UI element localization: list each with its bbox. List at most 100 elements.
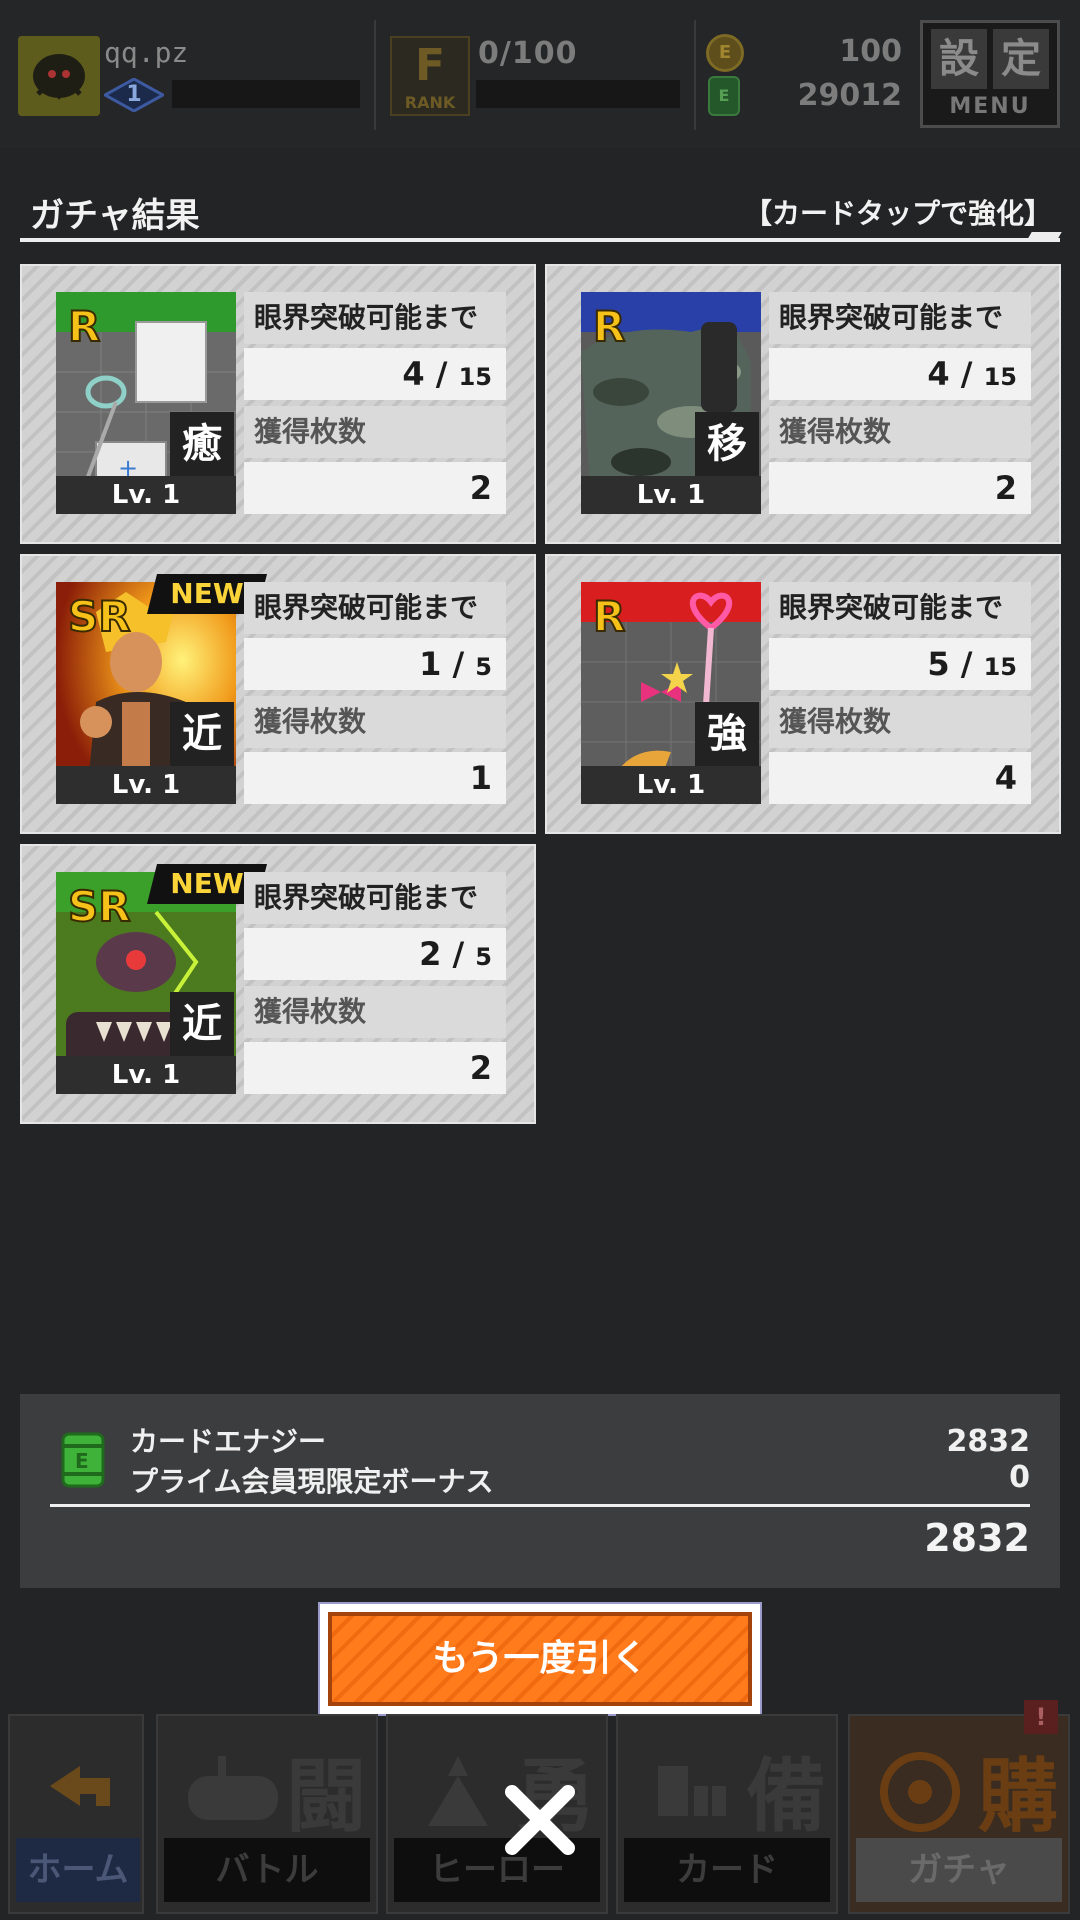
- close-icon[interactable]: [500, 1780, 580, 1860]
- owned-count-label: 獲得枚数: [769, 696, 1031, 748]
- menu-kanji: 定: [993, 29, 1049, 89]
- bonus-value: 0: [1009, 1460, 1030, 1495]
- card-level: Lv. 1: [56, 476, 236, 514]
- card-level: Lv. 1: [56, 1056, 236, 1094]
- card-energy-label: カードエナジー: [130, 1425, 327, 1458]
- coin-icon: E: [706, 34, 744, 72]
- limit-break-label: 眼界突破可能まで: [244, 292, 506, 344]
- owned-count: 1: [244, 752, 506, 804]
- card-type-badge: 移: [695, 412, 759, 476]
- player-level: 1: [126, 82, 142, 107]
- top-status-bar: qq.pz 1 F RANK 0/100 E 100 E 29012 設 定 M…: [0, 0, 1080, 148]
- divider: [374, 20, 376, 130]
- card-art-magic-wand: R 強 Lv. 1: [581, 582, 761, 804]
- rarity-badge: R: [67, 301, 101, 352]
- card-level: Lv. 1: [56, 766, 236, 804]
- exp-bar: [172, 80, 360, 108]
- owned-count: 4: [769, 752, 1031, 804]
- result-card[interactable]: SR 近 Lv. 1 NEW 眼界突破可能まで 2 / 5 獲得枚数 2: [20, 844, 536, 1124]
- limit-break-label: 眼界突破可能まで: [244, 872, 506, 924]
- limit-break-label: 眼界突破可能まで: [244, 582, 506, 634]
- nav-kanji: 購: [978, 1750, 1058, 1843]
- result-card[interactable]: R 移 Lv. 1 眼界突破可能まで 4 / 15 獲得枚数 2: [545, 264, 1061, 544]
- divider: [694, 20, 696, 130]
- summary-divider: [50, 1504, 1030, 1507]
- owned-count-label: 獲得枚数: [244, 696, 506, 748]
- title-underline-tail: [1028, 232, 1062, 238]
- card-type-badge: 癒: [170, 412, 234, 476]
- nav-kanji: 闘: [286, 1750, 366, 1843]
- owned-count-label: 獲得枚数: [769, 406, 1031, 458]
- tap-hint: 【カードタップで強化】: [743, 197, 1052, 230]
- card-info-panel: 眼界突破可能まで 1 / 5 獲得枚数 1: [244, 582, 506, 808]
- title-underline: [20, 238, 1060, 242]
- limit-break-label: 眼界突破可能まで: [769, 582, 1031, 634]
- nav-home[interactable]: ホーム: [8, 1714, 144, 1914]
- card-art-blonde-fighter: SR 近 Lv. 1: [56, 582, 236, 804]
- nav-label-battle: バトル: [164, 1838, 370, 1902]
- limit-break-progress: 5 / 15: [769, 638, 1031, 690]
- alert-badge: !: [1024, 1700, 1058, 1734]
- settings-menu-button[interactable]: 設 定 MENU: [920, 20, 1060, 128]
- bonus-label: プライム会員現限定ボーナス: [130, 1465, 494, 1498]
- draw-again-button[interactable]: もう一度引く: [328, 1612, 752, 1706]
- player-name: qq.pz: [104, 36, 189, 69]
- avatar-creature-icon: [18, 36, 100, 116]
- page-title: ガチャ結果: [30, 196, 200, 236]
- card-info-panel: 眼界突破可能まで 2 / 5 獲得枚数 2: [244, 872, 506, 1098]
- limit-break-progress: 2 / 5: [244, 928, 506, 980]
- rank-icon: F RANK: [390, 36, 470, 116]
- player-avatar[interactable]: [18, 36, 100, 116]
- energy-count: 29012: [797, 78, 902, 113]
- limit-break-progress: 1 / 5: [244, 638, 506, 690]
- nav-label-home: ホーム: [16, 1838, 140, 1902]
- rank-progress-bar: [476, 80, 680, 108]
- rarity-badge: SR: [67, 591, 132, 642]
- return-arrow-icon: [50, 1766, 110, 1806]
- owned-count: 2: [769, 462, 1031, 514]
- card-type-badge: 近: [170, 992, 234, 1056]
- card-info-panel: 眼界突破可能まで 5 / 15 獲得枚数 4: [769, 582, 1031, 808]
- rank-label: RANK: [404, 93, 456, 112]
- energy-can-icon: E: [61, 1432, 105, 1488]
- card-info-panel: 眼界突破可能まで 4 / 15 獲得枚数 2: [244, 292, 506, 518]
- owned-count-label: 獲得枚数: [244, 986, 506, 1038]
- owned-count: 2: [244, 1042, 506, 1094]
- menu-label: MENU: [949, 94, 1031, 119]
- draw-again-frame: もう一度引く: [318, 1602, 762, 1716]
- result-card[interactable]: + R 癒 Lv. 1 眼界突破可能まで 4 / 15 獲得枚数 2: [20, 264, 536, 544]
- rarity-badge: R: [592, 591, 626, 642]
- card-level: Lv. 1: [581, 766, 761, 804]
- energy-can-icon: E: [708, 76, 740, 116]
- svg-text:E: E: [75, 1449, 89, 1473]
- nav-gacha[interactable]: 購 ガチャ: [848, 1714, 1070, 1914]
- limit-break-label: 眼界突破可能まで: [769, 292, 1031, 344]
- rarity-badge: SR: [67, 881, 132, 932]
- card-art-green-robot: SR 近 Lv. 1: [56, 872, 236, 1094]
- energy-summary-panel: E カードエナジー 2832 プライム会員現限定ボーナス 0 2832: [20, 1394, 1060, 1588]
- energy-total: 2832: [924, 1516, 1030, 1560]
- nav-label-card: カード: [624, 1838, 830, 1902]
- card-type-badge: 強: [695, 702, 759, 766]
- menu-kanji: 設: [931, 29, 987, 89]
- nav-label-gacha: ガチャ: [856, 1838, 1062, 1902]
- nav-battle[interactable]: 闘 バトル: [156, 1714, 378, 1914]
- card-level: Lv. 1: [581, 476, 761, 514]
- limit-break-progress: 4 / 15: [244, 348, 506, 400]
- limit-break-progress: 4 / 15: [769, 348, 1031, 400]
- card-type-badge: 近: [170, 702, 234, 766]
- coin-count: 100: [839, 34, 902, 69]
- owned-count-label: 獲得枚数: [244, 406, 506, 458]
- card-info-panel: 眼界突破可能まで 4 / 15 獲得枚数 2: [769, 292, 1031, 518]
- card-energy-value: 2832: [946, 1424, 1031, 1459]
- nav-kanji: 備: [746, 1750, 826, 1843]
- rarity-badge: R: [592, 301, 626, 352]
- owned-count: 2: [244, 462, 506, 514]
- card-art-medical-kit: + R 癒 Lv. 1: [56, 292, 236, 514]
- rank-letter: F: [414, 40, 446, 91]
- nav-card[interactable]: 備 カード: [616, 1714, 838, 1914]
- card-art-camo-pouch: R 移 Lv. 1: [581, 292, 761, 514]
- rank-progress: 0/100: [478, 36, 578, 71]
- result-card[interactable]: R 強 Lv. 1 眼界突破可能まで 5 / 15 獲得枚数 4: [545, 554, 1061, 834]
- result-card[interactable]: SR 近 Lv. 1 NEW 眼界突破可能まで 1 / 5 獲得枚数 1: [20, 554, 536, 834]
